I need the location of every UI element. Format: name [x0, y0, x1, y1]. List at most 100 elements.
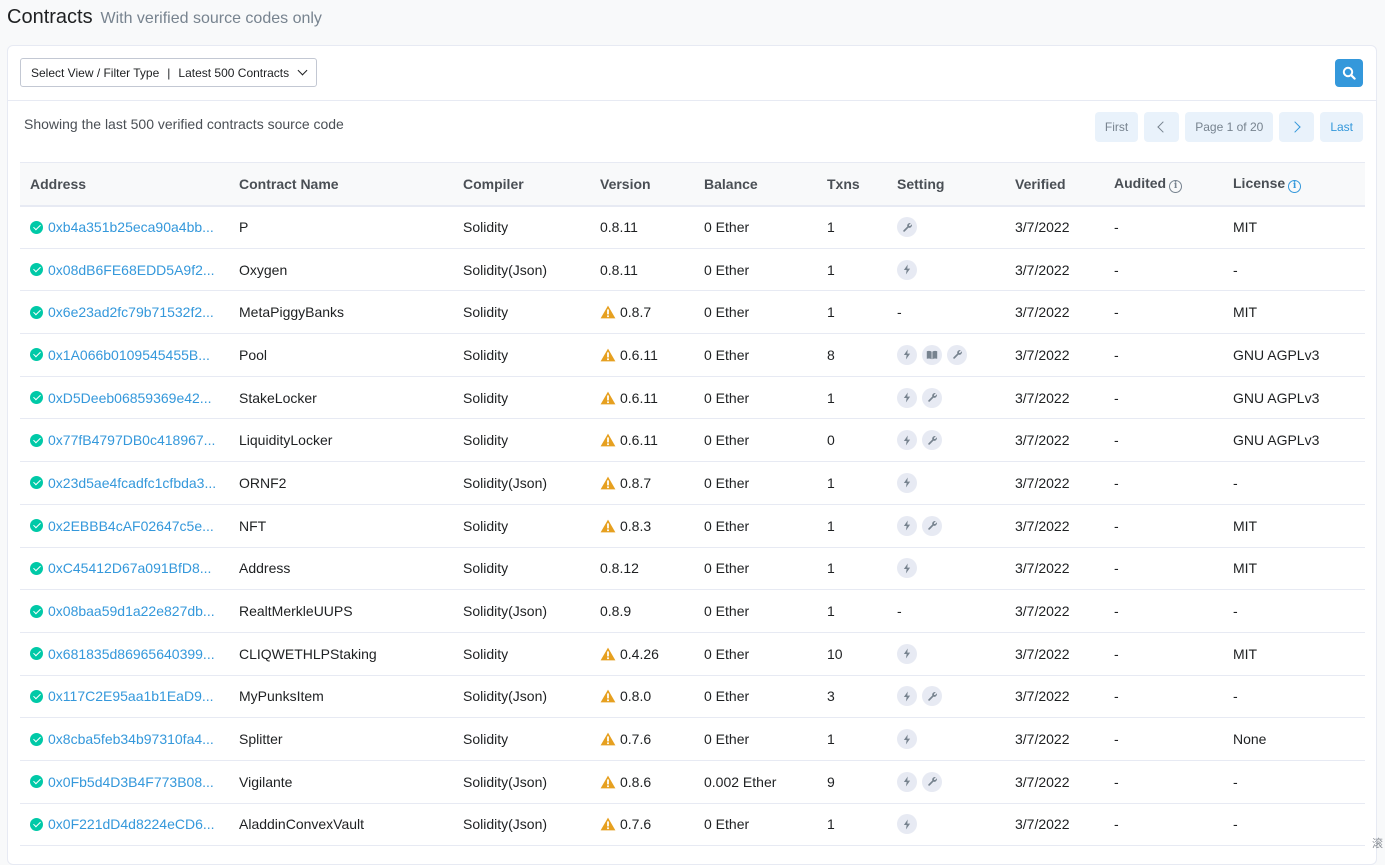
lightning-icon[interactable]	[897, 772, 917, 792]
contract-address-link[interactable]: 0x8cba5feb34b97310fa4...	[48, 731, 214, 747]
lightning-icon[interactable]	[897, 814, 917, 834]
setting-empty: -	[897, 603, 902, 619]
verified-date-cell: 3/7/2022	[1005, 462, 1104, 505]
table-row: 0x0Fb5d4D3B4F773B08...VigilanteSolidity(…	[20, 760, 1365, 803]
version-cell: 0.8.0	[590, 675, 694, 718]
table-row: 0x08dB6FE68EDD5A9f2...OxygenSolidity(Jso…	[20, 248, 1365, 291]
lightning-icon[interactable]	[897, 388, 917, 408]
lightning-icon[interactable]	[897, 686, 917, 706]
contract-address-link[interactable]: 0x0F221dD4d8224eCD6...	[48, 816, 215, 832]
info-icon[interactable]: i	[1288, 180, 1301, 193]
contract-address-link[interactable]: 0x23d5ae4fcadfc1cfbda3...	[48, 475, 216, 491]
table-row: 0x8cba5feb34b97310fa4...SplitterSolidity…	[20, 718, 1365, 761]
contract-address-link[interactable]: 0xD5Deeb06859369e42...	[48, 390, 211, 406]
audited-cell: -	[1104, 718, 1223, 761]
lightning-icon[interactable]	[897, 260, 917, 280]
version-text: 0.8.12	[600, 560, 639, 576]
verified-date-cell: 3/7/2022	[1005, 376, 1104, 419]
balance-cell: 0 Ether	[694, 334, 817, 377]
contract-address-link[interactable]: 0xC45412D67a091BfD8...	[48, 560, 211, 576]
address-cell: 0x08baa59d1a22e827db...	[20, 590, 229, 633]
license-cell: MIT	[1223, 206, 1365, 249]
setting-cell	[887, 547, 1005, 590]
wrench-icon[interactable]	[922, 686, 942, 706]
contract-name-cell: StakeLocker	[229, 376, 453, 419]
info-icon[interactable]: i	[1169, 180, 1182, 193]
contract-name-cell: MyPunksItem	[229, 675, 453, 718]
contract-name-cell: Vigilante	[229, 760, 453, 803]
wrench-icon[interactable]	[897, 217, 917, 237]
license-cell: None	[1223, 718, 1365, 761]
contract-address-link[interactable]: 0x117C2E95aa1b1EaD9...	[48, 688, 214, 704]
wrench-icon[interactable]	[947, 345, 967, 365]
warning-icon	[600, 476, 616, 490]
address-cell: 0xD5Deeb06859369e42...	[20, 376, 229, 419]
filter-type-dropdown[interactable]: Select View / Filter Type | Latest 500 C…	[20, 58, 317, 87]
lightning-icon[interactable]	[897, 430, 917, 450]
version-cell: 0.8.11	[590, 206, 694, 249]
table-row: 0x1A066b0109545455B...PoolSolidity0.6.11…	[20, 334, 1365, 377]
wrench-icon[interactable]	[922, 516, 942, 536]
contract-address-link[interactable]: 0x77fB4797DB0c418967...	[48, 432, 215, 448]
audited-cell: -	[1104, 419, 1223, 462]
lightning-icon[interactable]	[897, 345, 917, 365]
version-cell: 0.8.7	[590, 462, 694, 505]
version-cell: 0.8.7	[590, 291, 694, 334]
verified-check-icon	[30, 476, 43, 489]
version-text: 0.6.11	[620, 432, 658, 448]
verified-check-icon	[30, 690, 43, 703]
book-icon[interactable]	[922, 345, 942, 365]
balance-cell: 0 Ether	[694, 632, 817, 675]
wrench-icon[interactable]	[922, 388, 942, 408]
prev-page-button[interactable]	[1144, 112, 1179, 142]
search-button[interactable]	[1335, 59, 1363, 87]
contract-address-link[interactable]: 0x08baa59d1a22e827db...	[48, 603, 215, 619]
wrench-icon[interactable]	[922, 430, 942, 450]
contract-name-cell: ORNF2	[229, 462, 453, 505]
txns-cell: 8	[817, 334, 887, 377]
col-header-compiler: Compiler	[453, 163, 590, 206]
last-page-button[interactable]: Last	[1320, 112, 1363, 142]
audited-cell: -	[1104, 590, 1223, 633]
contract-address-link[interactable]: 0xb4a351b25eca90a4bb...	[48, 219, 214, 235]
txns-cell: 1	[817, 718, 887, 761]
txns-cell: 1	[817, 504, 887, 547]
verified-check-icon	[30, 306, 43, 319]
lightning-icon[interactable]	[897, 473, 917, 493]
audited-cell: -	[1104, 248, 1223, 291]
audited-cell: -	[1104, 376, 1223, 419]
address-cell: 0x0Fb5d4D3B4F773B08...	[20, 760, 229, 803]
compiler-cell: Solidity(Json)	[453, 675, 590, 718]
warning-icon	[600, 433, 616, 447]
verified-check-icon	[30, 348, 43, 361]
results-summary: Showing the last 500 verified contracts …	[24, 116, 344, 132]
setting-cell: -	[887, 291, 1005, 334]
license-cell: GNU AGPLv3	[1223, 419, 1365, 462]
first-page-button[interactable]: First	[1095, 112, 1138, 142]
wrench-icon[interactable]	[922, 772, 942, 792]
balance-cell: 0 Ether	[694, 547, 817, 590]
table-row: 0xD5Deeb06859369e42... StakeLockerSolidit…	[20, 376, 1365, 419]
compiler-cell: Solidity(Json)	[453, 803, 590, 846]
contract-address-link[interactable]: 0x2EBBB4cAF02647c5e...	[48, 518, 214, 534]
compiler-cell: Solidity	[453, 376, 590, 419]
setting-cell	[887, 760, 1005, 803]
version-text: 0.6.11	[620, 390, 658, 406]
contract-address-link[interactable]: 0x1A066b0109545455B...	[48, 347, 210, 363]
lightning-icon[interactable]	[897, 644, 917, 664]
lightning-icon[interactable]	[897, 729, 917, 749]
contract-address-link[interactable]: 0x08dB6FE68EDD5A9f2...	[48, 262, 215, 278]
chevron-left-icon	[1158, 121, 1169, 132]
next-page-button[interactable]	[1279, 112, 1314, 142]
txns-cell: 0	[817, 419, 887, 462]
lightning-icon[interactable]	[897, 558, 917, 578]
chevron-down-icon	[298, 66, 308, 76]
contract-address-link[interactable]: 0x6e23ad2fc79b71532f2...	[48, 304, 214, 320]
txns-cell: 10	[817, 632, 887, 675]
lightning-icon[interactable]	[897, 516, 917, 536]
contract-address-link[interactable]: 0x681835d86965640399...	[48, 646, 215, 662]
col-header-address: Address	[20, 163, 229, 206]
page-header: Contracts With verified source codes onl…	[7, 6, 322, 29]
verified-date-cell: 3/7/2022	[1005, 419, 1104, 462]
contract-address-link[interactable]: 0x0Fb5d4D3B4F773B08...	[48, 774, 214, 790]
